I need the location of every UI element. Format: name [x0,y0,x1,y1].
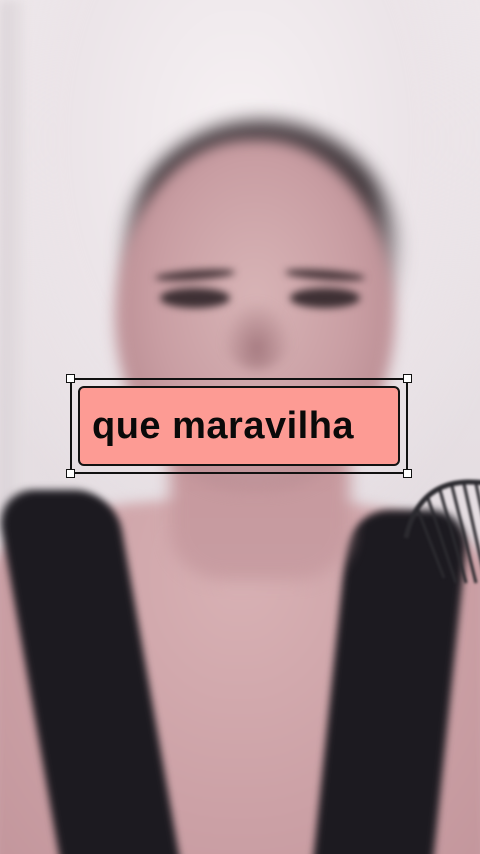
person-nose [222,300,292,370]
resize-handle-bottom-left[interactable] [66,469,75,478]
resize-handle-top-left[interactable] [66,374,75,383]
video-frame: que maravilha [0,0,480,854]
background-chair [403,479,480,584]
text-sticker-selection[interactable]: que maravilha [66,374,412,478]
caption-text: que maravilha [92,404,355,447]
background-door-edge [0,0,24,540]
caption-box[interactable]: que maravilha [78,386,400,466]
resize-handle-bottom-right[interactable] [403,469,412,478]
resize-handle-top-right[interactable] [403,374,412,383]
